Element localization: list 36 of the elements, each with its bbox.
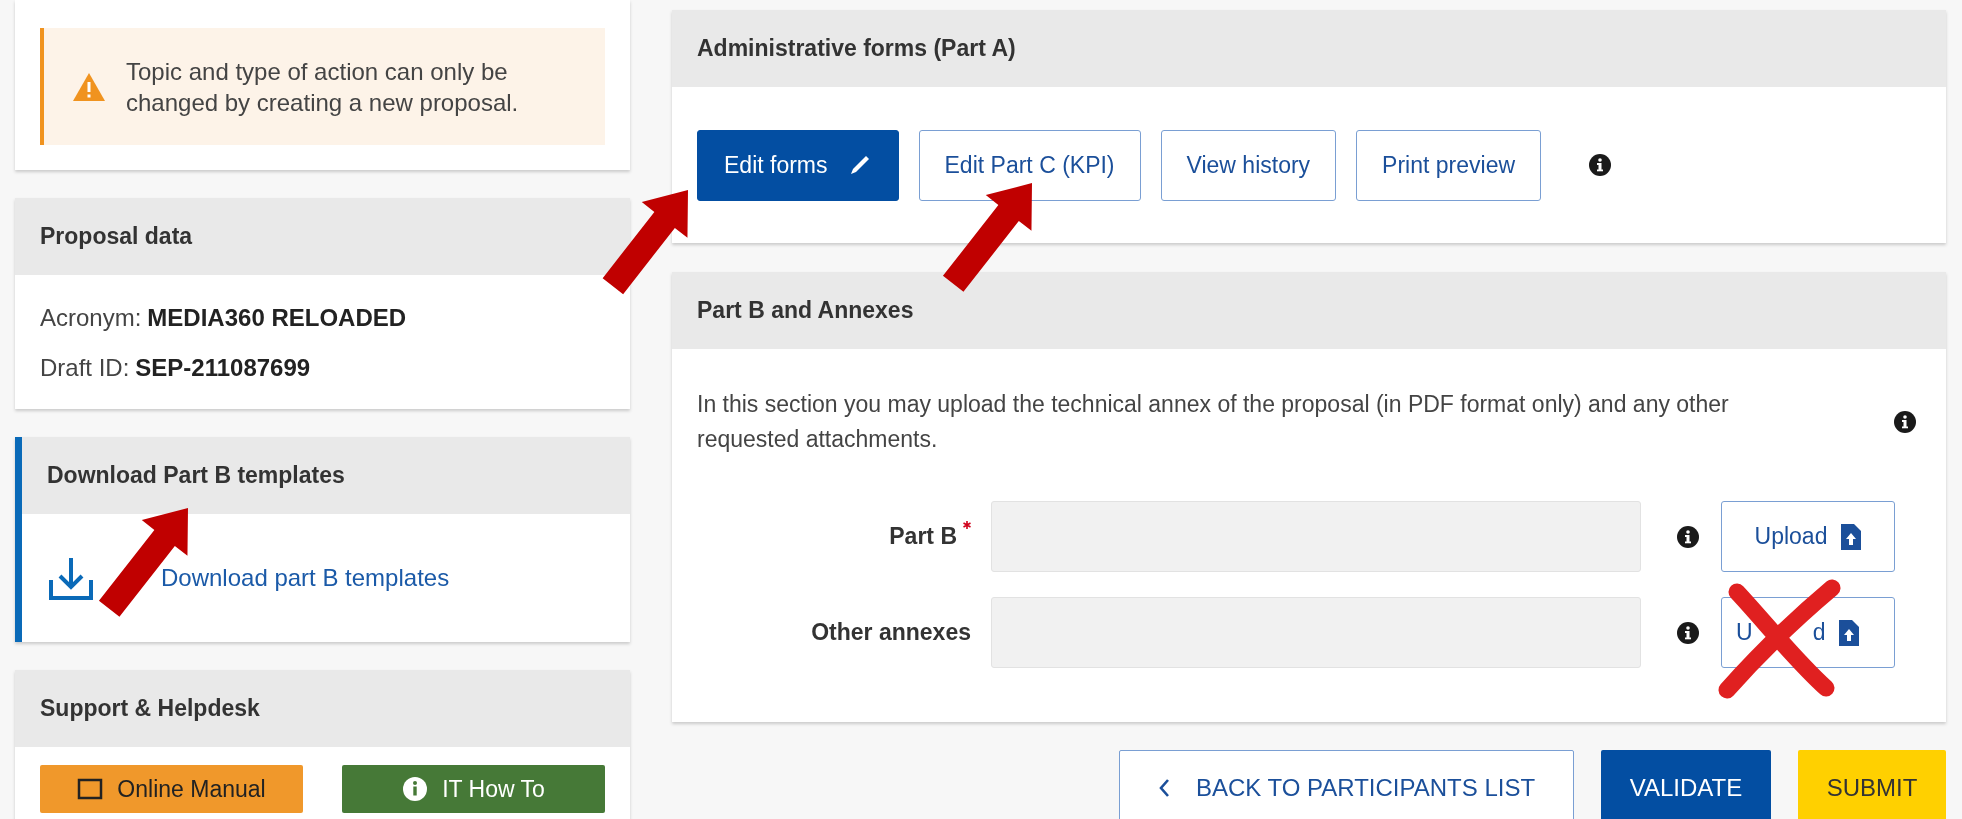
chevron-left-icon: [1157, 777, 1170, 798]
file-field[interactable]: [991, 597, 1641, 668]
upload-button[interactable]: Upload: [1721, 501, 1895, 572]
field-value: MEDIA360 RELOADED: [147, 304, 407, 332]
form-button[interactable]: Edit forms: [697, 129, 899, 201]
action-button[interactable]: BACK TO PARTICIPANTS LIST: [1119, 750, 1574, 819]
info-icon: [1589, 154, 1612, 176]
field-label: Other annexes: [811, 618, 971, 648]
monitor-icon: [77, 778, 104, 800]
action-button[interactable]: VALIDATE: [1601, 750, 1771, 819]
card-title: Download Part B templates: [47, 461, 345, 491]
info-icon: [1894, 411, 1916, 433]
info-icon: [1677, 525, 1699, 548]
field-label: Part B: [889, 522, 957, 552]
helpdesk-button[interactable]: Online Manual: [40, 765, 303, 813]
action-button[interactable]: SUBMIT: [1798, 750, 1946, 819]
info-icon: [402, 776, 429, 802]
card-title: Administrative forms (Part A): [697, 34, 1016, 64]
warning-icon: [72, 71, 106, 102]
field-label: Acronym:: [40, 304, 142, 332]
field-label: Draft ID:: [40, 354, 130, 382]
helpdesk-button[interactable]: IT How To: [342, 765, 605, 813]
card-title: Part B and Annexes: [697, 296, 914, 326]
file-upload-icon: [1839, 619, 1860, 646]
field-value: SEP-211087699: [135, 354, 311, 382]
info-icon: [1677, 621, 1699, 644]
form-button[interactable]: Edit Part C (KPI): [918, 129, 1141, 201]
file-upload-icon: [1841, 523, 1862, 550]
download-link[interactable]: Download part B templates: [161, 560, 450, 596]
card-title: Support & Helpdesk: [40, 694, 260, 724]
warning-text: Topic and type of action can only be changed by creating a new proposal.: [126, 56, 520, 118]
form-button[interactable]: Print preview: [1356, 129, 1542, 201]
file-field[interactable]: [991, 501, 1641, 572]
form-button[interactable]: View history: [1160, 129, 1337, 201]
section-description: In this section you may upload the technical annex of the proposal (in PDF format only) and any other requested attachments.: [697, 390, 1730, 454]
card-title: Proposal data: [40, 222, 193, 252]
